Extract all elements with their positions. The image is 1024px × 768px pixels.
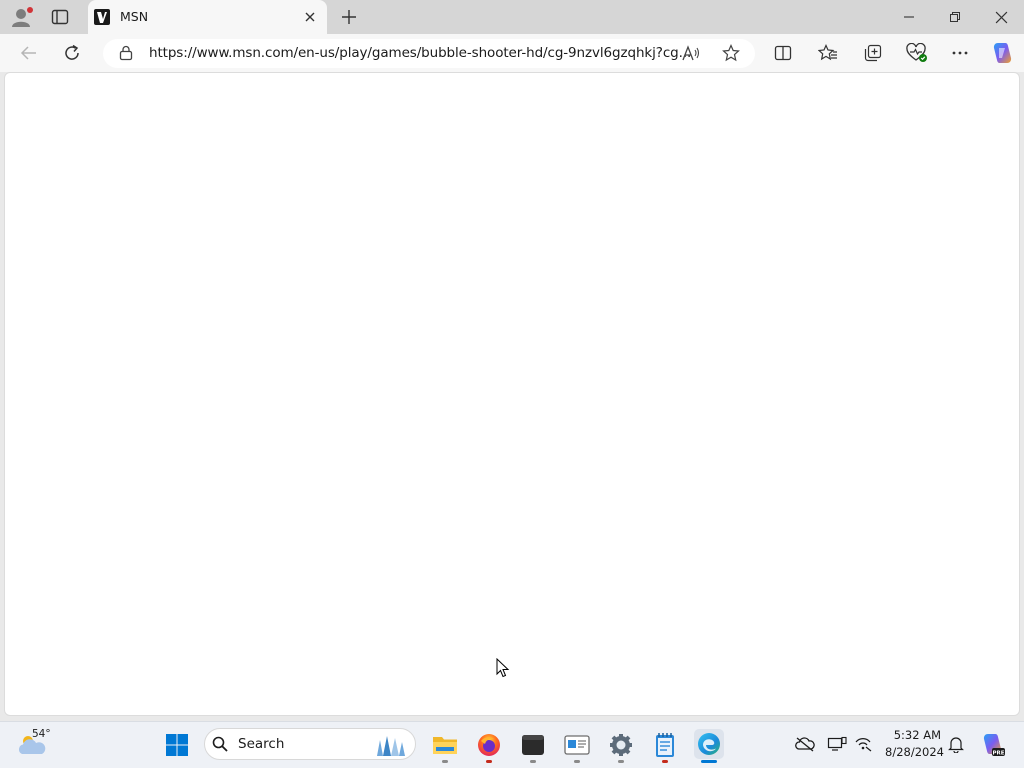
page-content[interactable] <box>4 72 1020 716</box>
copilot-pre-icon[interactable]: PRE <box>979 731 1007 759</box>
url-text[interactable]: https://www.msn.com/en-us/play/games/bub… <box>149 45 691 61</box>
profile-icon[interactable] <box>10 6 34 28</box>
msn-favicon <box>93 8 111 26</box>
settings-icon[interactable] <box>607 731 635 759</box>
new-tab-icon[interactable] <box>339 7 359 27</box>
close-tab-icon[interactable] <box>302 9 318 25</box>
search-icon <box>211 735 229 753</box>
notepad-icon[interactable] <box>651 731 679 759</box>
lock-icon[interactable] <box>117 44 135 62</box>
network-icon[interactable] <box>853 735 873 753</box>
collections-icon[interactable] <box>862 43 884 63</box>
split-screen-icon[interactable] <box>773 43 793 63</box>
firefox-icon[interactable] <box>475 731 503 759</box>
restore-icon[interactable] <box>945 8 965 26</box>
back-icon[interactable] <box>18 42 40 64</box>
windows-start-icon[interactable] <box>163 731 191 759</box>
copilot-icon[interactable] <box>989 40 1015 66</box>
refresh-icon[interactable] <box>61 42 83 64</box>
favorites-icon[interactable] <box>817 43 839 63</box>
display-icon[interactable] <box>827 735 847 753</box>
onedrive-icon[interactable] <box>795 735 815 753</box>
more-icon[interactable] <box>950 43 970 63</box>
read-aloud-icon[interactable] <box>681 43 701 63</box>
mouse-cursor-icon <box>496 657 510 678</box>
file-explorer-icon[interactable] <box>431 731 459 759</box>
weather-temperature: 54° <box>32 728 51 740</box>
clock-date[interactable]: 8/28/2024 <box>885 745 944 759</box>
search-label: Search <box>238 736 285 752</box>
terminal-icon[interactable] <box>519 731 547 759</box>
app-icon[interactable] <box>563 731 591 759</box>
close-window-icon[interactable] <box>991 8 1011 26</box>
clock-time[interactable]: 5:32 AM <box>885 728 941 742</box>
svg-text:PRE: PRE <box>992 750 1004 756</box>
notification-bell-icon[interactable] <box>947 735 965 753</box>
minimize-icon[interactable] <box>899 8 919 26</box>
workspaces-icon[interactable] <box>50 8 70 26</box>
edge-icon[interactable] <box>694 729 724 759</box>
search-highlight-icon <box>374 732 408 758</box>
tab-title: MSN <box>120 9 149 24</box>
browser-essentials-icon[interactable] <box>905 42 929 64</box>
favorite-star-icon[interactable] <box>721 43 741 63</box>
